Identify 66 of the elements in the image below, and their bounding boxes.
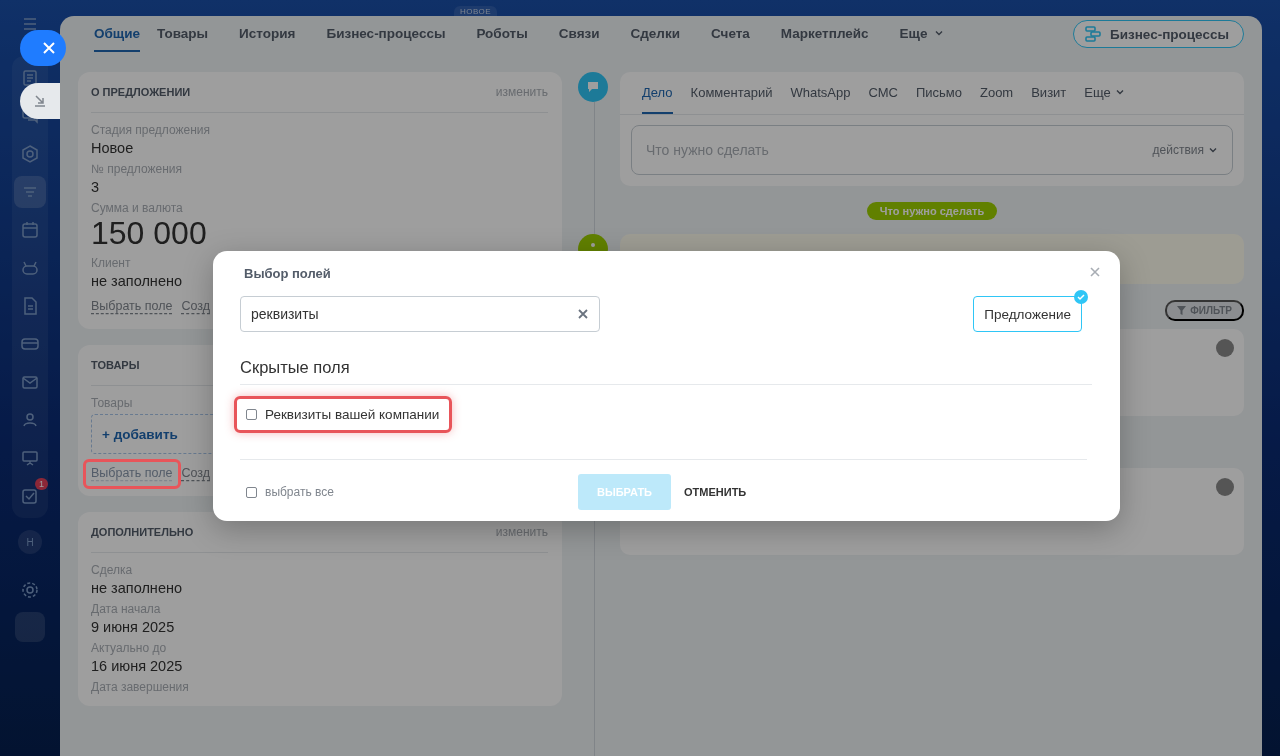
field-link[interactable]: Выбрать поле (91, 297, 173, 317)
settings-icon[interactable] (20, 580, 40, 600)
tab[interactable]: Счета (711, 16, 764, 52)
field-value: 9 июня 2025 (91, 619, 175, 635)
tab[interactable]: Товары (157, 16, 223, 52)
card-title: ТОВАРЫ (91, 359, 140, 371)
field-value: не заполнено (91, 580, 182, 596)
calendar-icon[interactable] (20, 220, 40, 240)
avatar-placeholder (1216, 478, 1234, 496)
caret-icon (1208, 145, 1218, 155)
presentation-icon[interactable] (20, 448, 40, 468)
field-link[interactable]: Созд (181, 464, 211, 484)
section-title: Скрытые поля (240, 358, 1092, 385)
tab[interactable]: История (239, 16, 310, 52)
check-icon (1074, 290, 1088, 304)
document-icon[interactable] (20, 68, 40, 88)
search-box[interactable]: реквизиты (240, 296, 600, 332)
card-title: О ПРЕДЛОЖЕНИИ (91, 86, 191, 98)
field-checkbox[interactable]: Реквизиты вашей компании (234, 396, 453, 433)
flow-icon (1083, 25, 1102, 43)
task-icon[interactable] (20, 486, 40, 506)
activity-tab[interactable]: Письмо (915, 72, 962, 114)
amount-value: 150 000 (91, 215, 207, 252)
section-pill: Что нужно сделать (866, 202, 998, 220)
activity-tab[interactable]: WhatsApp (790, 72, 851, 114)
field-value: 16 июня 2025 (91, 658, 183, 674)
caret-icon (933, 28, 944, 38)
tab[interactable]: Бизнес-процессы (326, 16, 460, 52)
entity-chip[interactable]: Предложение (973, 296, 1082, 332)
field-value: Новое (91, 140, 134, 156)
actions-dropdown[interactable]: действия (1152, 143, 1218, 157)
field-link[interactable]: Выбрать поле (83, 459, 181, 489)
activity-tab[interactable]: СМС (868, 72, 898, 114)
select-all-checkbox[interactable]: выбрать все (246, 485, 334, 499)
filter-button[interactable]: ФИЛЬТР (1165, 300, 1244, 321)
tab[interactable]: Связи (558, 16, 614, 52)
more-tab[interactable]: Еще (899, 16, 958, 52)
clear-icon[interactable] (577, 308, 589, 320)
field-value: не заполнено (91, 273, 182, 289)
tab[interactable]: Роботы (476, 16, 542, 52)
collapse-arrow-icon (33, 94, 47, 108)
dialog-title: Выбор полей (244, 266, 332, 281)
filter-icon (1177, 306, 1187, 315)
tab[interactable]: Сделки (630, 16, 694, 52)
field-value: 3 (91, 179, 100, 195)
card-title: ДОПОЛНИТЕЛЬНО (91, 526, 194, 538)
cancel-button[interactable]: ОТМЕНИТЬ (684, 474, 747, 510)
notification-badge: 1 (35, 478, 48, 490)
tab[interactable]: Маркетплейс (780, 16, 883, 52)
hexagon-icon[interactable] (20, 144, 40, 164)
search-field[interactable]: реквизиты (251, 306, 569, 322)
close-button[interactable] (20, 30, 66, 66)
avatar-placeholder (1216, 339, 1234, 357)
more-tab[interactable]: Еще (1084, 72, 1125, 114)
activity-tab[interactable]: Zoom (979, 72, 1014, 114)
caret-icon (1114, 87, 1125, 97)
minimize-button[interactable] (20, 83, 60, 119)
business-process-button[interactable]: Бизнес-процессы (1072, 20, 1244, 48)
activity-tab[interactable]: Визит (1031, 72, 1067, 114)
close-icon (43, 42, 55, 54)
activity-tab[interactable]: Дело (642, 72, 673, 114)
close-icon[interactable] (1088, 265, 1102, 279)
field-link[interactable]: Созд (181, 297, 211, 317)
chat-bubble-icon (578, 72, 608, 102)
tab[interactable]: Общие (94, 16, 141, 52)
activity-tab[interactable]: Комментарий (690, 72, 773, 114)
